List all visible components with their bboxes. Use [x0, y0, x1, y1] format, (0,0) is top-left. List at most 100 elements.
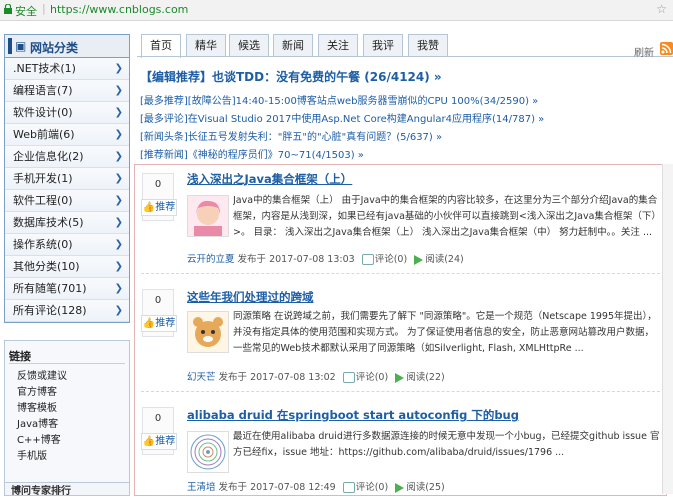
read-count[interactable]: 阅读(24) [425, 254, 464, 265]
sidebar-item-label: 操作系统(0) [13, 238, 73, 251]
chevron-right-icon: ❯ [114, 151, 123, 162]
post-title[interactable]: 这些年我们处理过的跨域 [187, 289, 314, 305]
post-author[interactable]: 幻天芒 [187, 372, 216, 383]
url-text[interactable]: https://www.cnblogs.com [50, 3, 188, 16]
recommend-button[interactable]: 👍推荐 [141, 433, 177, 450]
sidebar-item-label: 企业信息化(2) [13, 150, 84, 163]
read-count[interactable]: 阅读(25) [406, 482, 445, 493]
sidebar-item-web[interactable]: Web前端(6) ❯ [5, 124, 129, 146]
recommend-button[interactable]: 👍推荐 [141, 315, 177, 332]
sidebar-item-database[interactable]: 数据库技术(5) ❯ [5, 212, 129, 234]
link-java-blog[interactable]: Java博客 [17, 415, 58, 430]
comment-count[interactable]: 评论(0) [356, 482, 388, 493]
tab-following[interactable]: 关注 [318, 34, 358, 57]
tab-label: 新闻 [282, 39, 304, 52]
sidebar-item-mobile[interactable]: 手机开发(1) ❯ [5, 168, 129, 190]
tab-label: 我赞 [417, 39, 439, 52]
headline-top-news[interactable]: [新闻头条]长征五号发射失利："胖五"的"心脏"真有问题？(5/637) » [140, 128, 442, 143]
editor-pick-headline[interactable]: 【编辑推荐】也谈TDD：没有免费的午餐 (26/4124) » [140, 68, 442, 85]
post-author[interactable]: 王清培 [187, 482, 216, 493]
sidebar-item-design[interactable]: 软件设计(0) ❯ [5, 102, 129, 124]
recommend-button[interactable]: 👍推荐 [141, 199, 177, 216]
tab-label: 精华 [195, 39, 217, 52]
chevron-right-icon: ❯ [114, 217, 123, 228]
post-footer: 幻天芒 发布于 2017-07-08 13:02 评论(0) 阅读(22) [187, 369, 445, 383]
sidebar-item-label: 手机开发(1) [13, 172, 73, 185]
headline-recommended-news[interactable]: [推荐新闻]《神秘的程序员们》70~71(4/1503) » [140, 146, 364, 161]
links-divider [9, 363, 125, 364]
comment-icon [342, 372, 355, 383]
digg-box: 0 👍推荐 [141, 173, 177, 221]
address-separator: | [42, 2, 46, 15]
lock-icon [4, 4, 12, 14]
sidebar-item-enterprise[interactable]: 企业信息化(2) ❯ [5, 146, 129, 168]
chevron-right-icon: ❯ [114, 107, 123, 118]
read-icon [395, 482, 405, 493]
post-summary: 同源策略 在说跨域之前，我们需要先了解下 "同源策略"。它是一个规范（Netsc… [233, 311, 657, 354]
thumbs-up-icon: 👍 [142, 202, 156, 213]
link-cpp-blog[interactable]: C++博客 [17, 431, 61, 446]
digg-count: 0 [154, 179, 162, 190]
category-panel: ▣ 网站分类 .NET技术(1) ❯ 编程语言(7) ❯ 软件设计(0) ❯ Web前… [4, 34, 130, 323]
comment-count[interactable]: 评论(0) [356, 372, 388, 383]
tab-candidates[interactable]: 候选 [229, 34, 269, 57]
read-count[interactable]: 阅读(22) [406, 372, 445, 383]
header-accent-bar [8, 38, 12, 54]
chevron-right-icon: ❯ [114, 63, 123, 74]
category-icon: ▣ [15, 39, 27, 53]
headline-most-recommended[interactable]: [最多推荐][故障公告]14:40-15:00博客站点web服务器雪崩似的CPU… [140, 92, 538, 107]
post-title[interactable]: alibaba druid 在springboot start autoconf… [187, 407, 519, 423]
comment-count[interactable]: 评论(0) [375, 254, 407, 265]
sidebar-item-software-eng[interactable]: 软件工程(0) ❯ [5, 190, 129, 212]
address-bar[interactable]: 安全 | https://www.cnblogs.com ☆ [0, 0, 673, 21]
avatar[interactable] [187, 431, 229, 473]
digg-count: 0 [154, 413, 162, 424]
refresh-link[interactable]: 刷新 [634, 44, 654, 59]
bookmark-star-icon[interactable]: ☆ [656, 2, 667, 16]
rss-icon[interactable] [660, 42, 673, 55]
sidebar-item-label: 编程语言(7) [13, 84, 73, 97]
comment-icon [342, 482, 355, 493]
recommend-label: 推荐 [155, 318, 176, 329]
tab-my-likes[interactable]: 我赞 [408, 34, 448, 57]
post-author[interactable]: 云开的立夏 [187, 254, 235, 265]
sidebar-item-net[interactable]: .NET技术(1) ❯ [5, 58, 129, 80]
sidebar-item-languages[interactable]: 编程语言(7) ❯ [5, 80, 129, 102]
vertical-scrollbar[interactable] [662, 164, 673, 494]
links-panel: 链接 反馈或建议 官方博客 博客模板 Java博客 C++博客 手机版 [4, 340, 130, 488]
chevron-right-icon: ❯ [114, 129, 123, 140]
category-header: ▣ 网站分类 [5, 35, 129, 58]
tab-my-comments[interactable]: 我评 [363, 34, 403, 57]
link-mobile-version[interactable]: 手机版 [17, 447, 47, 462]
chevron-right-icon: ❯ [114, 173, 123, 184]
spiral-pattern-avatar-icon [188, 432, 228, 472]
links-title: 链接 [9, 350, 31, 363]
tab-baseline [137, 56, 673, 57]
sidebar-item-all-comments[interactable]: 所有评论(128) ❯ [5, 300, 129, 322]
post-date: 发布于 2017-07-08 13:02 [218, 372, 336, 383]
thumbs-up-icon: 👍 [142, 436, 156, 447]
post-divider [141, 391, 660, 392]
sidebar-item-os[interactable]: 操作系统(0) ❯ [5, 234, 129, 256]
sidebar-item-label: 软件工程(0) [13, 194, 73, 207]
post-summary: 最近在使用alibaba druid进行多数据源连接的时候无意中发现一个小bug… [233, 431, 660, 458]
post-list: 0 👍推荐 浅入深出之Java集合框架（上） Java中的集合框架（上） 由于J… [134, 164, 667, 496]
post-title[interactable]: 浅入深出之Java集合框架（上） [187, 171, 352, 187]
tab-home[interactable]: 首页 [141, 34, 181, 58]
digg-count: 0 [154, 295, 162, 306]
headline-most-commented[interactable]: [最多评论]在Visual Studio 2017中使用Asp.Net Core… [140, 110, 544, 125]
tab-featured[interactable]: 精华 [186, 34, 226, 57]
sidebar-item-label: 所有评论(128) [13, 304, 87, 317]
sidebar-item-all-posts[interactable]: 所有随笔(701) ❯ [5, 278, 129, 300]
post-footer: 王清培 发布于 2017-07-08 12:49 评论(0) 阅读(25) [187, 479, 445, 493]
link-blog-templates[interactable]: 博客模板 [17, 399, 57, 414]
link-official-blog[interactable]: 官方博客 [17, 383, 57, 398]
sidebar-item-other[interactable]: 其他分类(10) ❯ [5, 256, 129, 278]
avatar[interactable] [187, 195, 229, 237]
tab-news[interactable]: 新闻 [273, 34, 313, 57]
read-icon [414, 254, 424, 265]
secure-label: 安全 [15, 5, 37, 18]
link-feedback[interactable]: 反馈或建议 [17, 367, 67, 382]
avatar[interactable] [187, 311, 229, 353]
sidebar-item-label: 其他分类(10) [13, 260, 80, 273]
